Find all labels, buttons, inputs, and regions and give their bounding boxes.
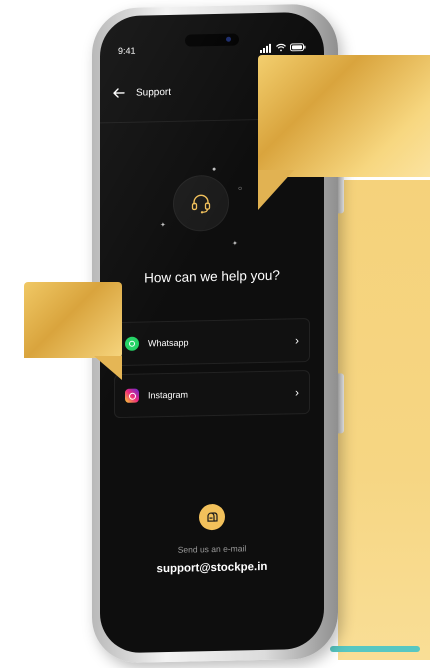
- battery-icon: [290, 43, 306, 52]
- help-heading: How can we help you?: [144, 267, 280, 286]
- sparkle-icon: ○: [238, 185, 243, 193]
- chevron-right-icon: ›: [295, 333, 299, 348]
- option-label: Instagram: [148, 389, 189, 401]
- email-icon-button[interactable]: [199, 503, 225, 531]
- sparkle-icon: ✦: [160, 222, 166, 230]
- chevron-right-icon: ›: [295, 385, 299, 400]
- status-icons: [260, 42, 306, 54]
- gold-chat-bubble-tail: [94, 356, 122, 380]
- wifi-icon: [276, 43, 286, 52]
- support-email-link[interactable]: support@stockpe.in: [100, 560, 324, 577]
- sparkle-icon: ●: [212, 165, 217, 174]
- signal-icon: [260, 43, 272, 54]
- teal-decorative-line: [330, 646, 420, 652]
- phone-side-button: [338, 373, 344, 434]
- gold-chat-bubble-tail: [258, 170, 294, 210]
- mailbox-icon: [207, 512, 218, 522]
- page-header: Support: [112, 85, 171, 100]
- support-hero-graphic: ✦ ● ○ ✦: [152, 163, 252, 255]
- whatsapp-icon: [125, 336, 139, 351]
- whatsapp-option[interactable]: Whatsapp ›: [114, 318, 310, 367]
- sparkle-icon: ✦: [232, 240, 238, 248]
- gold-decorative-panel: [338, 180, 430, 660]
- status-time: 9:41: [118, 45, 136, 57]
- page-title: Support: [136, 86, 172, 99]
- instagram-option[interactable]: Instagram ›: [114, 370, 310, 419]
- email-caption: Send us an e-mail: [177, 543, 247, 555]
- arrow-left-icon: [113, 88, 125, 98]
- instagram-icon: [125, 388, 139, 403]
- headset-icon: [191, 194, 211, 214]
- gold-chat-bubble-small: [24, 282, 122, 358]
- headset-circle: [174, 175, 228, 231]
- back-button[interactable]: [112, 86, 126, 100]
- gold-chat-bubble-large: [258, 55, 430, 177]
- option-label: Whatsapp: [148, 337, 189, 349]
